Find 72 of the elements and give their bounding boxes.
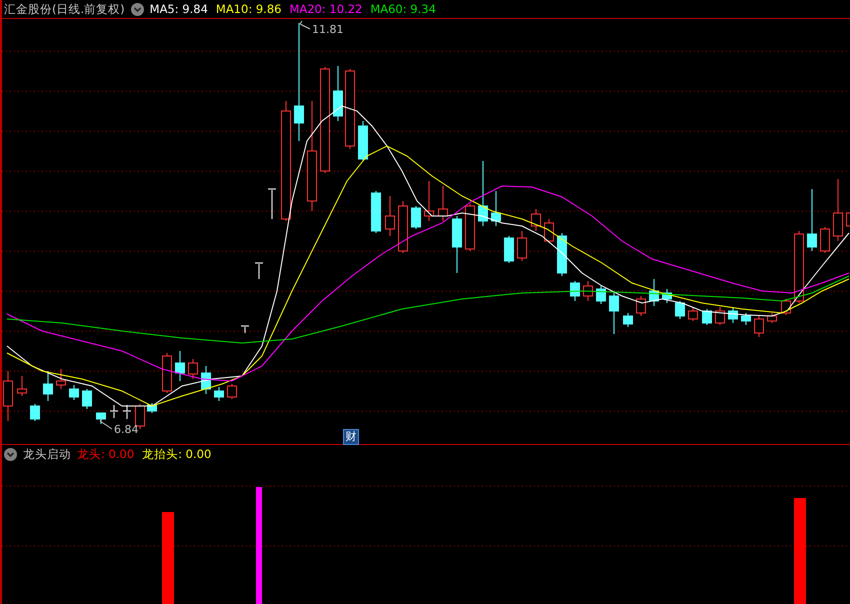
leader-line (300, 20, 310, 30)
candlestick (478, 160, 488, 226)
candlestick (175, 350, 185, 382)
high-price-label: 11.81 (312, 23, 344, 36)
candlestick (531, 208, 541, 232)
candlestick (820, 226, 830, 254)
candlestick (675, 300, 685, 320)
candlestick (268, 188, 276, 220)
candlestick (358, 120, 368, 162)
candlestick (17, 376, 27, 396)
candlestick (69, 384, 79, 400)
indicator-reading: MA10: 9.86 (216, 2, 282, 16)
candlestick (728, 306, 738, 324)
indicator-reading: MA5: 9.84 (150, 2, 208, 16)
candlestick (609, 290, 619, 334)
candlestick (371, 190, 381, 234)
candlestick (583, 280, 593, 302)
low-price-label: 6.84 (114, 423, 138, 436)
candlestick (254, 262, 264, 280)
candlestick (3, 370, 13, 422)
finance-badge[interactable]: 财 (343, 429, 359, 445)
candlestick (411, 206, 421, 230)
chevron-down-icon[interactable] (4, 448, 17, 461)
candlestick (544, 218, 554, 244)
candlestick (147, 402, 157, 414)
candlestick (596, 286, 606, 304)
candlestick (214, 386, 224, 402)
candlestick (398, 200, 408, 254)
candlestick (385, 196, 395, 236)
candlestick (201, 366, 211, 394)
candlestick (452, 216, 462, 274)
candlestick (122, 404, 132, 420)
candlestick (623, 312, 633, 328)
indicator-reading: MA60: 9.34 (370, 2, 436, 16)
indicator-title: 龙头启动 (23, 447, 71, 462)
candlestick (491, 190, 501, 226)
chevron-down-icon[interactable] (130, 2, 144, 16)
candlestick (504, 236, 514, 264)
candlestick (56, 368, 66, 390)
candlestick (846, 212, 850, 226)
candlestick (465, 204, 475, 252)
candlestick (833, 178, 843, 242)
indicator-reading: MA20: 10.22 (289, 2, 362, 16)
candlestick (96, 412, 106, 424)
candlestick (688, 306, 698, 322)
candlestick (438, 186, 448, 222)
candlestick (741, 312, 751, 326)
chart-title: 汇金股份(日线.前复权) (4, 2, 125, 16)
indicator-reading: 龙头: 0.00 (77, 447, 134, 462)
candlestick (807, 188, 817, 252)
candlestick (767, 312, 777, 324)
candlestick (649, 278, 659, 306)
candlestick (662, 288, 672, 304)
candlestick (227, 384, 237, 400)
candlestick (333, 66, 343, 122)
candlestick (43, 370, 53, 402)
candlestick (636, 296, 646, 316)
candlestick (240, 326, 250, 334)
candlestick (557, 232, 567, 276)
candlestick (517, 230, 527, 262)
candlestick (188, 358, 198, 380)
candlestick (162, 352, 172, 394)
candlestick (715, 306, 725, 326)
candlestick (30, 404, 40, 422)
candlestick (424, 180, 434, 222)
candlestick (702, 308, 712, 326)
indicator-reading: 龙抬头: 0.00 (142, 447, 212, 462)
candlestick (570, 280, 580, 302)
candlestick (82, 388, 92, 410)
candlestick (110, 404, 118, 418)
leader-line (100, 418, 112, 430)
candlestick (754, 316, 764, 338)
